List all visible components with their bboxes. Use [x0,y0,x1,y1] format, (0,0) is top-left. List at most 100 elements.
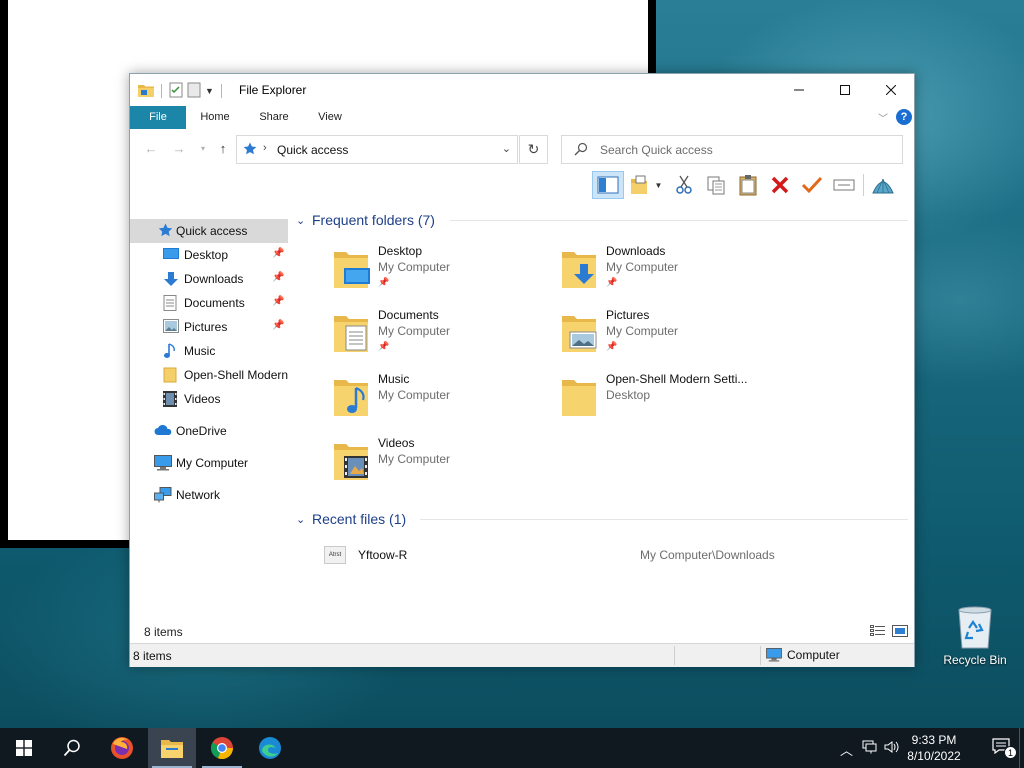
folder-tile-music[interactable]: Music My Computer [332,372,560,432]
tab-home[interactable]: Home [188,106,242,129]
edge-icon [259,737,281,759]
preview-pane-button[interactable] [592,171,624,199]
folder-tile-pictures[interactable]: Pictures My Computer 📌 [560,308,788,368]
pictures-folder-icon [560,310,598,354]
tab-file[interactable]: File [130,106,186,129]
delete-button[interactable] [764,171,796,199]
clock[interactable]: 9:33 PM 8/10/2022 [902,732,966,764]
pin-icon[interactable]: 📌 [272,296,284,307]
up-arrow-icon[interactable]: ↑ [214,140,232,158]
paste-button[interactable] [732,171,764,199]
taskbar-firefox[interactable] [98,728,146,768]
open-shell-icon [872,178,894,194]
pin-icon[interactable]: 📌 [272,320,284,331]
folder-location: My Computer [378,324,451,338]
maximize-button[interactable] [822,74,868,105]
start-button[interactable] [0,728,48,768]
taskbar: ︿ 9:33 PM 8/10/2022 1 [0,728,1024,768]
recycle-bin[interactable]: Recycle Bin [940,600,1010,672]
breadcrumb[interactable]: Quick access [277,143,348,157]
search-box[interactable] [561,135,903,164]
new-folder-icon[interactable] [187,82,201,101]
refresh-button[interactable]: ↻ [519,135,548,164]
recent-locations-icon[interactable]: ▾ [194,140,212,158]
file-icon: Atrst [324,546,346,564]
sidebar-item-network[interactable]: Network [130,483,288,507]
film-strip-icon [163,391,179,407]
group-divider [420,519,908,520]
details-view-icon[interactable] [870,625,886,640]
navigation-row: ← → ▾ ↑ › Quick access ⌄ ↻ [130,129,914,169]
taskbar-search-button[interactable] [48,728,96,768]
sidebar-item-open-shell[interactable]: Open-Shell Modern [130,363,288,387]
minimize-button[interactable] [776,74,822,105]
sidebar-item-desktop[interactable]: Desktop 📌 [130,243,288,267]
help-icon[interactable]: ? [896,109,912,125]
folder-tile-downloads[interactable]: Downloads My Computer 📌 [560,244,788,304]
pin-icon[interactable]: 📌 [272,272,284,283]
sidebar-item-videos[interactable]: Videos [130,387,288,411]
frequent-folders-header[interactable]: ⌄ Frequent folders (7) [296,209,435,231]
select-button[interactable] [796,171,828,199]
breadcrumb-chevron-icon[interactable]: › [263,142,267,154]
collapse-chevron-icon[interactable]: ⌄ [296,214,310,227]
sidebar-item-documents[interactable]: Documents 📌 [130,291,288,315]
title-bar[interactable]: ▼ File Explorer [130,74,914,106]
folder-tile-videos[interactable]: Videos My Computer [332,436,560,496]
volume-icon[interactable] [884,740,900,757]
cut-button[interactable] [668,171,700,199]
forward-arrow-icon[interactable]: → [170,140,188,158]
chevron-up-icon[interactable]: ︿ [840,740,853,759]
folder-icon [163,367,179,383]
sidebar-item-my-computer[interactable]: My Computer [130,451,288,475]
close-button[interactable] [868,74,914,105]
rename-button[interactable] [828,171,860,199]
folder-location: My Computer [378,260,451,274]
folder-name: Pictures [606,308,650,322]
sidebar-item-label: My Computer [176,456,249,470]
open-shell-button[interactable] [867,171,899,199]
properties-icon[interactable] [169,82,183,101]
taskbar-edge[interactable] [246,728,294,768]
file-explorer-window[interactable]: ▼ File Explorer File Home Share View ﹀ ?… [129,73,915,667]
taskbar-chrome[interactable] [198,728,246,768]
tab-share[interactable]: Share [245,106,303,129]
sidebar-item-onedrive[interactable]: OneDrive [130,419,288,443]
back-arrow-icon[interactable]: ← [142,140,160,158]
address-bar[interactable]: › Quick access ⌄ [236,135,518,164]
show-desktop-button[interactable] [1019,728,1024,768]
address-dropdown-icon[interactable]: ⌄ [502,142,511,155]
windows-logo-icon [16,740,32,756]
change-view-button[interactable]: ▼ [624,171,668,199]
music-folder-icon [332,374,370,418]
group-title: Recent files (1) [312,511,407,527]
inner-status-row: 8 items [130,622,914,642]
search-input[interactable] [600,141,890,159]
computer-icon [154,455,172,471]
sidebar-item-label: Quick access [176,224,248,238]
recent-files-header[interactable]: ⌄ Recent files (1) [296,508,406,530]
new-folder-icon [630,175,647,194]
sidebar-item-music[interactable]: Music [130,339,288,363]
taskbar-file-explorer[interactable] [148,728,196,768]
tab-view[interactable]: View [305,106,355,129]
copy-button[interactable] [700,171,732,199]
pin-icon[interactable]: 📌 [272,248,284,259]
sidebar-item-downloads[interactable]: Downloads 📌 [130,267,288,291]
collapse-chevron-icon[interactable]: ⌄ [296,513,310,526]
sidebar-item-label: Videos [184,392,221,406]
sidebar-item-quick-access[interactable]: Quick access [130,219,288,243]
folder-tile-desktop[interactable]: Desktop My Computer 📌 [332,244,560,304]
folder-tile-open-shell[interactable]: Open-Shell Modern Setti... Desktop [560,372,788,432]
large-icons-view-icon[interactable] [892,625,908,640]
sidebar-item-label: Music [184,344,216,358]
customize-qat-icon[interactable]: ▼ [205,86,214,96]
folder-tile-documents[interactable]: Documents My Computer 📌 [332,308,560,368]
notification-button[interactable]: 1 [992,738,1017,759]
sidebar-item-label: Downloads [184,272,244,286]
expand-ribbon-icon[interactable]: ﹀ [878,110,888,125]
recent-file-item[interactable]: Atrst Yftoow-R My Computer\Downloads [322,544,912,568]
network-icon[interactable] [862,740,878,757]
sidebar-item-pictures[interactable]: Pictures 📌 [130,315,288,339]
folder-name: Desktop [378,244,423,258]
